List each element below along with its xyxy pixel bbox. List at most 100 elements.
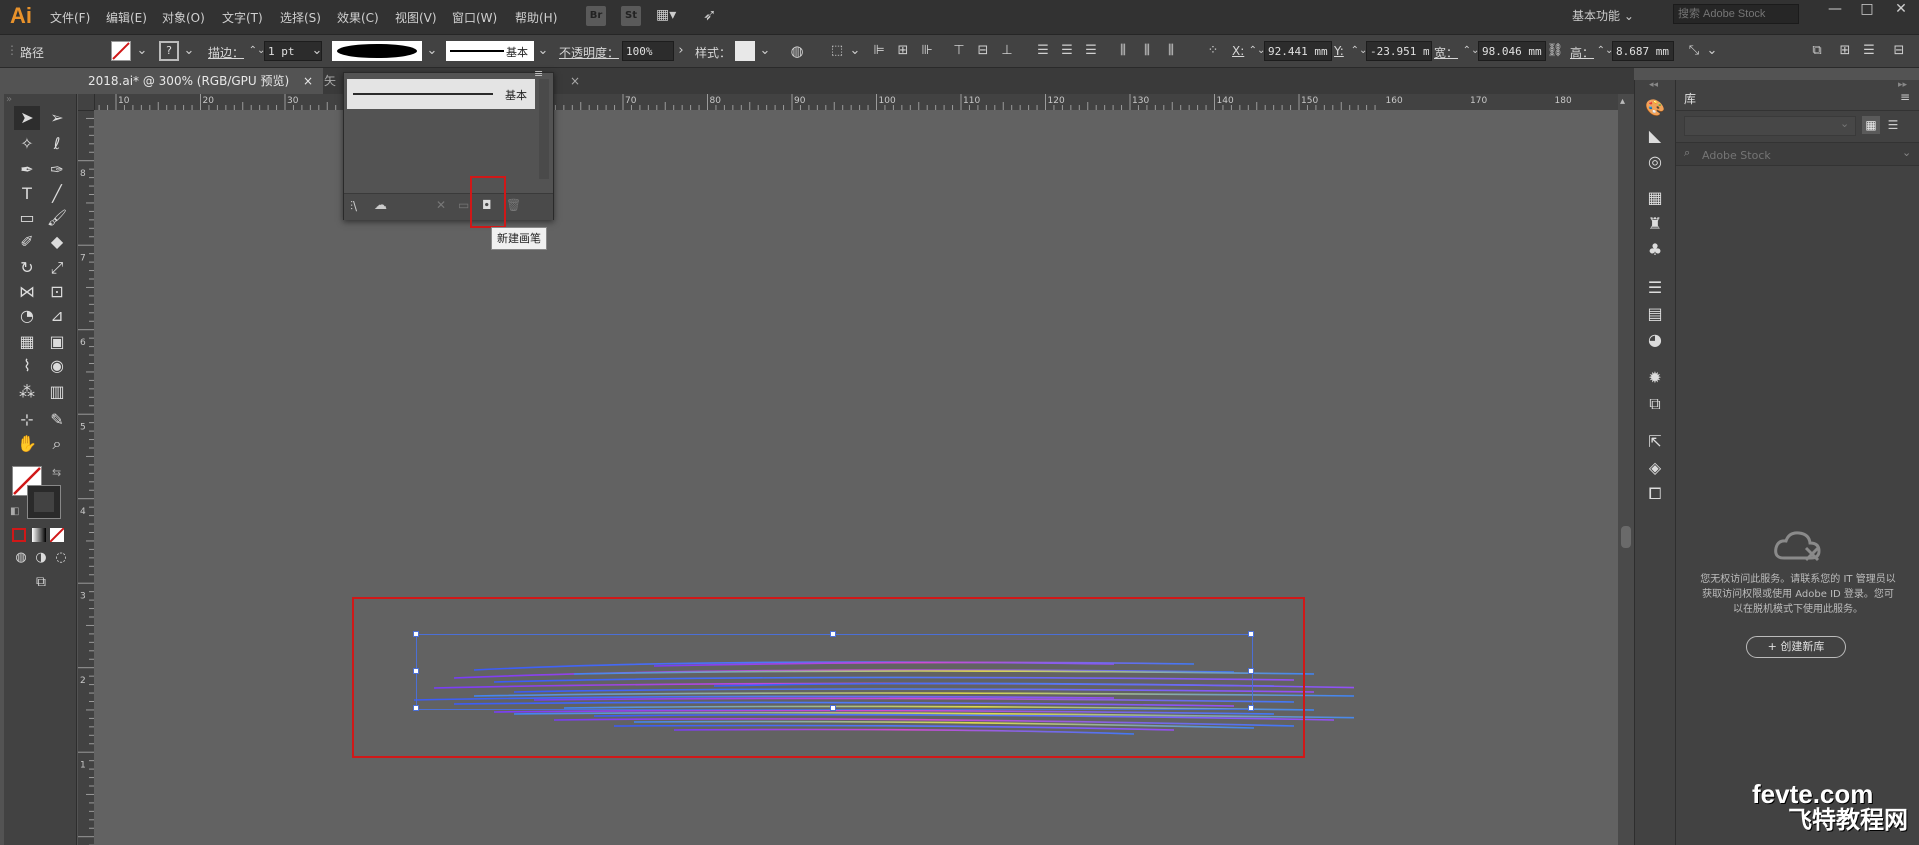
default-fill-stroke-icon[interactable]: ◧	[10, 506, 19, 517]
magic-wand-tool-icon[interactable]: ✧	[14, 132, 40, 156]
gradient-mode-icon[interactable]	[32, 528, 46, 542]
reference-point-icon[interactable]: ⁘	[1204, 42, 1222, 60]
scroll-thumb[interactable]	[1621, 526, 1631, 548]
menu-edit[interactable]: 编辑(E)	[106, 9, 147, 26]
screen-mode-icon[interactable]: ⧉	[28, 570, 54, 594]
mesh-tool-icon[interactable]: ▦	[14, 330, 40, 354]
artboard-canvas[interactable]	[94, 110, 1618, 845]
shaper-tool-icon[interactable]: ✐	[14, 230, 40, 254]
stroke-swatch[interactable]: ?	[159, 41, 179, 61]
distribute-left-icon[interactable]: ⫼	[1114, 42, 1132, 60]
rectangle-tool-icon[interactable]: ▭	[14, 206, 40, 230]
blend-tool-icon[interactable]: ◉	[44, 354, 70, 378]
width-profile-dropdown-icon[interactable]: ⌄	[423, 42, 441, 60]
none-mode-icon[interactable]	[49, 527, 65, 543]
height-input[interactable]	[1612, 41, 1674, 61]
constrain-proportions-icon[interactable]: ⛓	[1546, 42, 1564, 60]
control-bar-options-icon[interactable]: ⊟	[1890, 42, 1908, 60]
toolbar-collapse-icon[interactable]: »	[6, 94, 12, 105]
scale-tool-icon[interactable]: ⤢	[44, 256, 70, 280]
swatches-panel-icon[interactable]: ▦	[1643, 186, 1667, 210]
gradient-panel-icon[interactable]: ▤	[1643, 302, 1667, 326]
menu-select[interactable]: 选择(S)	[280, 9, 321, 26]
brush-list-scrollbar[interactable]	[539, 79, 549, 179]
libraries-panel-icon[interactable]: ☁	[374, 198, 387, 213]
delete-brush-icon[interactable]: 🗑	[506, 198, 521, 212]
graphic-style-swatch[interactable]	[735, 41, 755, 61]
brush-list-item-basic[interactable]: 基本	[347, 79, 535, 109]
grid-view-icon[interactable]: ▦	[1862, 116, 1880, 134]
y-input[interactable]	[1366, 41, 1432, 61]
ruler-origin[interactable]	[78, 94, 95, 111]
tab-2018-ai[interactable]: 2018.ai* @ 300% (RGB/GPU 预览) ×	[78, 68, 324, 94]
gradient-tool-icon[interactable]: ▣	[44, 330, 70, 354]
color-guide-icon[interactable]: ◣	[1643, 124, 1667, 148]
menu-object[interactable]: 对象(O)	[162, 9, 205, 26]
menu-type[interactable]: 文字(T)	[222, 9, 263, 26]
transform-dropdown-icon[interactable]: ⌄	[1703, 42, 1721, 60]
graphic-styles-icon[interactable]: ✹	[1643, 366, 1667, 390]
isolate-icon[interactable]: ⧉	[1808, 42, 1826, 60]
stock-search-input[interactable]	[1673, 4, 1799, 24]
artboard-tool-icon[interactable]: ⊹	[14, 408, 40, 432]
variable-width-profile[interactable]	[332, 41, 422, 61]
stroke-weight-dropdown-icon[interactable]: ⌄	[308, 42, 326, 60]
distribute-right-icon[interactable]: ⫼	[1162, 42, 1180, 60]
restore-button[interactable]: □	[1852, 0, 1882, 18]
brush-definition-box[interactable]: 基本	[446, 41, 534, 61]
eraser-tool-icon[interactable]: ◆	[44, 230, 70, 254]
lasso-tool-icon[interactable]: ℓ	[44, 132, 70, 156]
x-input[interactable]	[1264, 41, 1332, 61]
distribute-vcenter-icon[interactable]: ☰	[1058, 42, 1076, 60]
gpu-performance-icon[interactable]: ➶	[703, 5, 716, 24]
arrange-documents-icon[interactable]: ▦▾	[656, 7, 688, 25]
brush-options-icon[interactable]: ▭	[458, 198, 469, 212]
vertical-align-bottom-icon[interactable]: ⊥	[998, 42, 1016, 60]
pen-tool-icon[interactable]: ✒	[14, 158, 40, 182]
curvature-tool-icon[interactable]: ✑	[44, 158, 70, 182]
fill-swatch[interactable]	[111, 41, 131, 61]
opacity-arrow-icon[interactable]: ›	[672, 42, 690, 60]
list-view-icon[interactable]: ☰	[1884, 116, 1902, 134]
stock-icon[interactable]: St	[621, 6, 641, 26]
menu-help[interactable]: 帮助(H)	[515, 9, 557, 26]
brush-libraries-menu-icon[interactable]: ⫶\	[350, 199, 357, 214]
dock-collapse-icon[interactable]: ◂◂	[1649, 80, 1658, 90]
menu-file[interactable]: 文件(F)	[50, 9, 90, 26]
tab-close-icon[interactable]: ×	[303, 74, 313, 88]
rotate-tool-icon[interactable]: ↻	[14, 256, 40, 280]
align-to-selection-icon[interactable]: ⬚	[828, 42, 846, 60]
export-assets-icon[interactable]: ⇱	[1643, 430, 1667, 454]
libraries-panel-menu-icon[interactable]: ≡	[1900, 90, 1910, 104]
symbols-panel-icon[interactable]: ♣	[1643, 238, 1667, 262]
line-segment-tool-icon[interactable]: ╱	[44, 182, 70, 206]
graphic-style-dropdown-icon[interactable]: ⌄	[756, 42, 774, 60]
vertical-align-top-icon[interactable]: ⊤	[950, 42, 968, 60]
distribute-hcenter-icon[interactable]: ⫼	[1138, 42, 1156, 60]
menu-effect[interactable]: 效果(C)	[337, 9, 379, 26]
workspace-switcher[interactable]: 基本功能 ⌄	[1572, 7, 1634, 24]
horizontal-align-center-icon[interactable]: ⊞	[894, 42, 912, 60]
symbol-sprayer-tool-icon[interactable]: ⁂	[14, 380, 40, 404]
menu-view[interactable]: 视图(V)	[395, 9, 437, 26]
panel-menu-icon[interactable]: ☰	[1860, 42, 1878, 60]
align-to-dropdown-icon[interactable]: ⌄	[846, 42, 864, 60]
create-library-button[interactable]: + 创建新库	[1746, 636, 1846, 658]
search-dropdown-icon[interactable]: ⌄	[1902, 146, 1911, 159]
shape-builder-tool-icon[interactable]: ◔	[14, 304, 40, 328]
vertical-align-center-icon[interactable]: ⊟	[974, 42, 992, 60]
transparency-panel-icon[interactable]: ◕	[1643, 328, 1667, 352]
arrange-icon[interactable]: ⊞	[1836, 42, 1854, 60]
horizontal-align-left-icon[interactable]: ⊫	[870, 42, 888, 60]
slice-tool-icon[interactable]: ✎	[44, 408, 70, 432]
canvas-vertical-scrollbar[interactable]: ▴	[1618, 94, 1634, 845]
tab-vector[interactable]: 矢	[314, 68, 346, 94]
opacity-input[interactable]	[622, 41, 674, 61]
type-tool-icon[interactable]: T	[14, 182, 40, 206]
remove-brush-stroke-icon[interactable]: ✕	[436, 198, 446, 212]
distribute-top-icon[interactable]: ☰	[1034, 42, 1052, 60]
zoom-tool-icon[interactable]: ⌕	[44, 432, 70, 456]
library-search-input[interactable]	[1700, 145, 1884, 165]
close-window-button[interactable]: ✕	[1886, 0, 1916, 18]
stroke-panel-icon[interactable]: ☰	[1643, 276, 1667, 300]
